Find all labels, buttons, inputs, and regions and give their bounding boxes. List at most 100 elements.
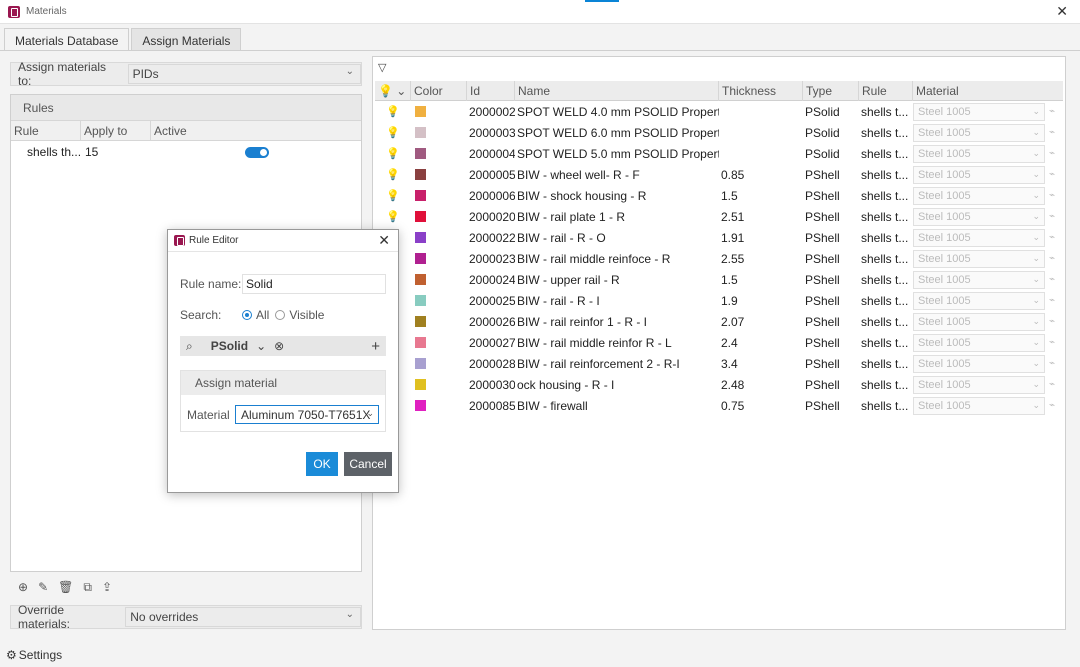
tab-assign-materials[interactable]: Assign Materials (131, 28, 242, 50)
table-row[interactable]: 2000030 ock housing - R - I 2.48 PShell … (375, 374, 1063, 395)
grid-col-name[interactable]: Name (515, 81, 719, 101)
search-visible-radio[interactable] (275, 310, 286, 320)
link-icon[interactable]: ⌁ (1049, 400, 1055, 411)
assign-to-dropdown[interactable]: PIDs ⌄ (127, 64, 361, 84)
grid-col-thickness[interactable]: Thickness (719, 81, 803, 101)
rule-name-input[interactable]: Solid (242, 274, 386, 294)
material-dropdown[interactable]: Steel 1005 ⌄ (913, 354, 1045, 373)
color-swatch[interactable] (415, 379, 426, 390)
material-dropdown[interactable]: Steel 1005 ⌄ (913, 228, 1045, 247)
color-swatch[interactable] (415, 148, 426, 159)
table-row[interactable]: 💡 2000004 SPOT WELD 5.0 mm PSOLID Proper… (375, 143, 1063, 164)
material-dropdown[interactable]: Steel 1005 ⌄ (913, 312, 1045, 331)
link-icon[interactable]: ⌁ (1049, 106, 1055, 117)
table-row[interactable]: 2000024 BIW - upper rail - R 1.5 PShell … (375, 269, 1063, 290)
table-row[interactable]: 💡 2000020 BIW - rail plate 1 - R 2.51 PS… (375, 206, 1063, 227)
material-dropdown[interactable]: Steel 1005 ⌄ (913, 249, 1045, 268)
export-rule-icon[interactable]: ⇪ (102, 580, 112, 595)
link-icon[interactable]: ⌁ (1049, 211, 1055, 222)
material-dropdown[interactable]: Steel 1005 ⌄ (913, 375, 1045, 394)
link-icon[interactable]: ⌁ (1049, 379, 1055, 390)
edit-rule-icon[interactable]: ✎ (38, 580, 48, 595)
table-row[interactable]: 2000028 BIW - rail reinforcement 2 - R-I… (375, 353, 1063, 374)
color-swatch[interactable] (415, 358, 426, 369)
link-icon[interactable]: ⌁ (1049, 316, 1055, 327)
link-icon[interactable]: ⌁ (1049, 169, 1055, 180)
material-dropdown[interactable]: Steel 1005 ⌄ (913, 207, 1045, 226)
material-dropdown[interactable]: Steel 1005 ⌄ (913, 333, 1045, 352)
color-swatch[interactable] (415, 190, 426, 201)
table-row[interactable]: 💡 2000002 SPOT WELD 4.0 mm PSOLID Proper… (375, 101, 1063, 122)
grid-col-material[interactable]: Material (913, 81, 1063, 101)
bulb-icon[interactable]: 💡 (375, 105, 411, 118)
color-swatch[interactable] (415, 295, 426, 306)
ok-button[interactable]: OK (306, 452, 338, 476)
search-all-radio[interactable] (242, 310, 252, 320)
material-dropdown[interactable]: Steel 1005 ⌄ (913, 102, 1045, 121)
rule-row[interactable]: shells th... 15 (11, 141, 361, 163)
material-dropdown[interactable]: Aluminum 7050-T7651X ⌄ (235, 405, 379, 424)
grid-col-color[interactable]: Color (411, 81, 467, 101)
add-rule-icon[interactable]: ⊕ (18, 580, 28, 595)
color-swatch[interactable] (415, 169, 426, 180)
filter-icon[interactable]: ▽ (378, 61, 386, 74)
link-icon[interactable]: ⌁ (1049, 358, 1055, 369)
tab-materials-database[interactable]: Materials Database (4, 28, 130, 50)
color-swatch[interactable] (415, 253, 426, 264)
bulb-icon[interactable]: 💡 (375, 126, 411, 139)
table-row[interactable]: 2000026 BIW - rail reinfor 1 - R - I 2.0… (375, 311, 1063, 332)
rules-col-active[interactable]: Active (151, 121, 361, 140)
rules-col-rule[interactable]: Rule (11, 121, 81, 140)
duplicate-rule-icon[interactable]: ⧉ (83, 580, 92, 595)
rules-col-apply-to[interactable]: Apply to (81, 121, 151, 140)
color-swatch[interactable] (415, 106, 426, 117)
search-term[interactable]: PSolid (211, 339, 248, 353)
table-row[interactable]: 2000022 BIW - rail - R - O 1.91 PShell s… (375, 227, 1063, 248)
override-dropdown[interactable]: No overrides ⌄ (125, 607, 361, 627)
table-row[interactable]: 💡 2000003 SPOT WELD 6.0 mm PSOLID Proper… (375, 122, 1063, 143)
table-row[interactable]: 2000023 BIW - rail middle reinfoce - R 2… (375, 248, 1063, 269)
clear-search-icon[interactable]: ⊗ (274, 339, 284, 353)
table-row[interactable]: 💡 2000005 BIW - wheel well- R - F 0.85 P… (375, 164, 1063, 185)
color-swatch[interactable] (415, 232, 426, 243)
color-swatch[interactable] (415, 400, 426, 411)
link-icon[interactable]: ⌁ (1049, 295, 1055, 306)
delete-rule-icon[interactable]: 🗑 (58, 580, 73, 595)
link-icon[interactable]: ⌁ (1049, 190, 1055, 201)
material-dropdown[interactable]: Steel 1005 ⌄ (913, 291, 1045, 310)
link-icon[interactable]: ⌁ (1049, 337, 1055, 348)
color-swatch[interactable] (415, 127, 426, 138)
bulb-icon[interactable]: 💡 (375, 189, 411, 202)
link-icon[interactable]: ⌁ (1049, 232, 1055, 243)
grid-col-type[interactable]: Type (803, 81, 859, 101)
material-dropdown[interactable]: Steel 1005 ⌄ (913, 270, 1045, 289)
material-dropdown[interactable]: Steel 1005 ⌄ (913, 396, 1045, 415)
link-icon[interactable]: ⌁ (1049, 127, 1055, 138)
color-swatch[interactable] (415, 337, 426, 348)
settings-button[interactable]: ⚙ Settings (6, 648, 62, 662)
link-icon[interactable]: ⌁ (1049, 274, 1055, 285)
bulb-icon[interactable]: 💡 (375, 147, 411, 160)
color-swatch[interactable] (415, 316, 426, 327)
rule-active-toggle[interactable] (245, 147, 269, 158)
grid-col-id[interactable]: Id (467, 81, 515, 101)
bulb-icon[interactable]: 💡 (375, 168, 411, 181)
bulb-icon[interactable]: 💡 (375, 210, 411, 223)
color-swatch[interactable] (415, 274, 426, 285)
cancel-button[interactable]: Cancel (344, 452, 392, 476)
material-dropdown[interactable]: Steel 1005 ⌄ (913, 186, 1045, 205)
close-icon[interactable]: ✕ (1056, 3, 1068, 20)
grid-col-visibility[interactable]: 💡 ⌄ (375, 81, 411, 101)
color-swatch[interactable] (415, 211, 426, 222)
add-criteria-icon[interactable]: + (371, 338, 380, 355)
close-icon[interactable]: ✕ (378, 232, 390, 249)
material-dropdown[interactable]: Steel 1005 ⌄ (913, 144, 1045, 163)
table-row[interactable]: 2000027 BIW - rail middle reinfor R - L … (375, 332, 1063, 353)
link-icon[interactable]: ⌁ (1049, 253, 1055, 264)
grid-col-rule[interactable]: Rule (859, 81, 913, 101)
table-row[interactable]: 💡 2000006 BIW - shock housing - R 1.5 PS… (375, 185, 1063, 206)
link-icon[interactable]: ⌁ (1049, 148, 1055, 159)
table-row[interactable]: 2000085 BIW - firewall 0.75 PShell shell… (375, 395, 1063, 416)
chevron-down-icon[interactable]: ⌄ (256, 339, 266, 353)
material-dropdown[interactable]: Steel 1005 ⌄ (913, 165, 1045, 184)
